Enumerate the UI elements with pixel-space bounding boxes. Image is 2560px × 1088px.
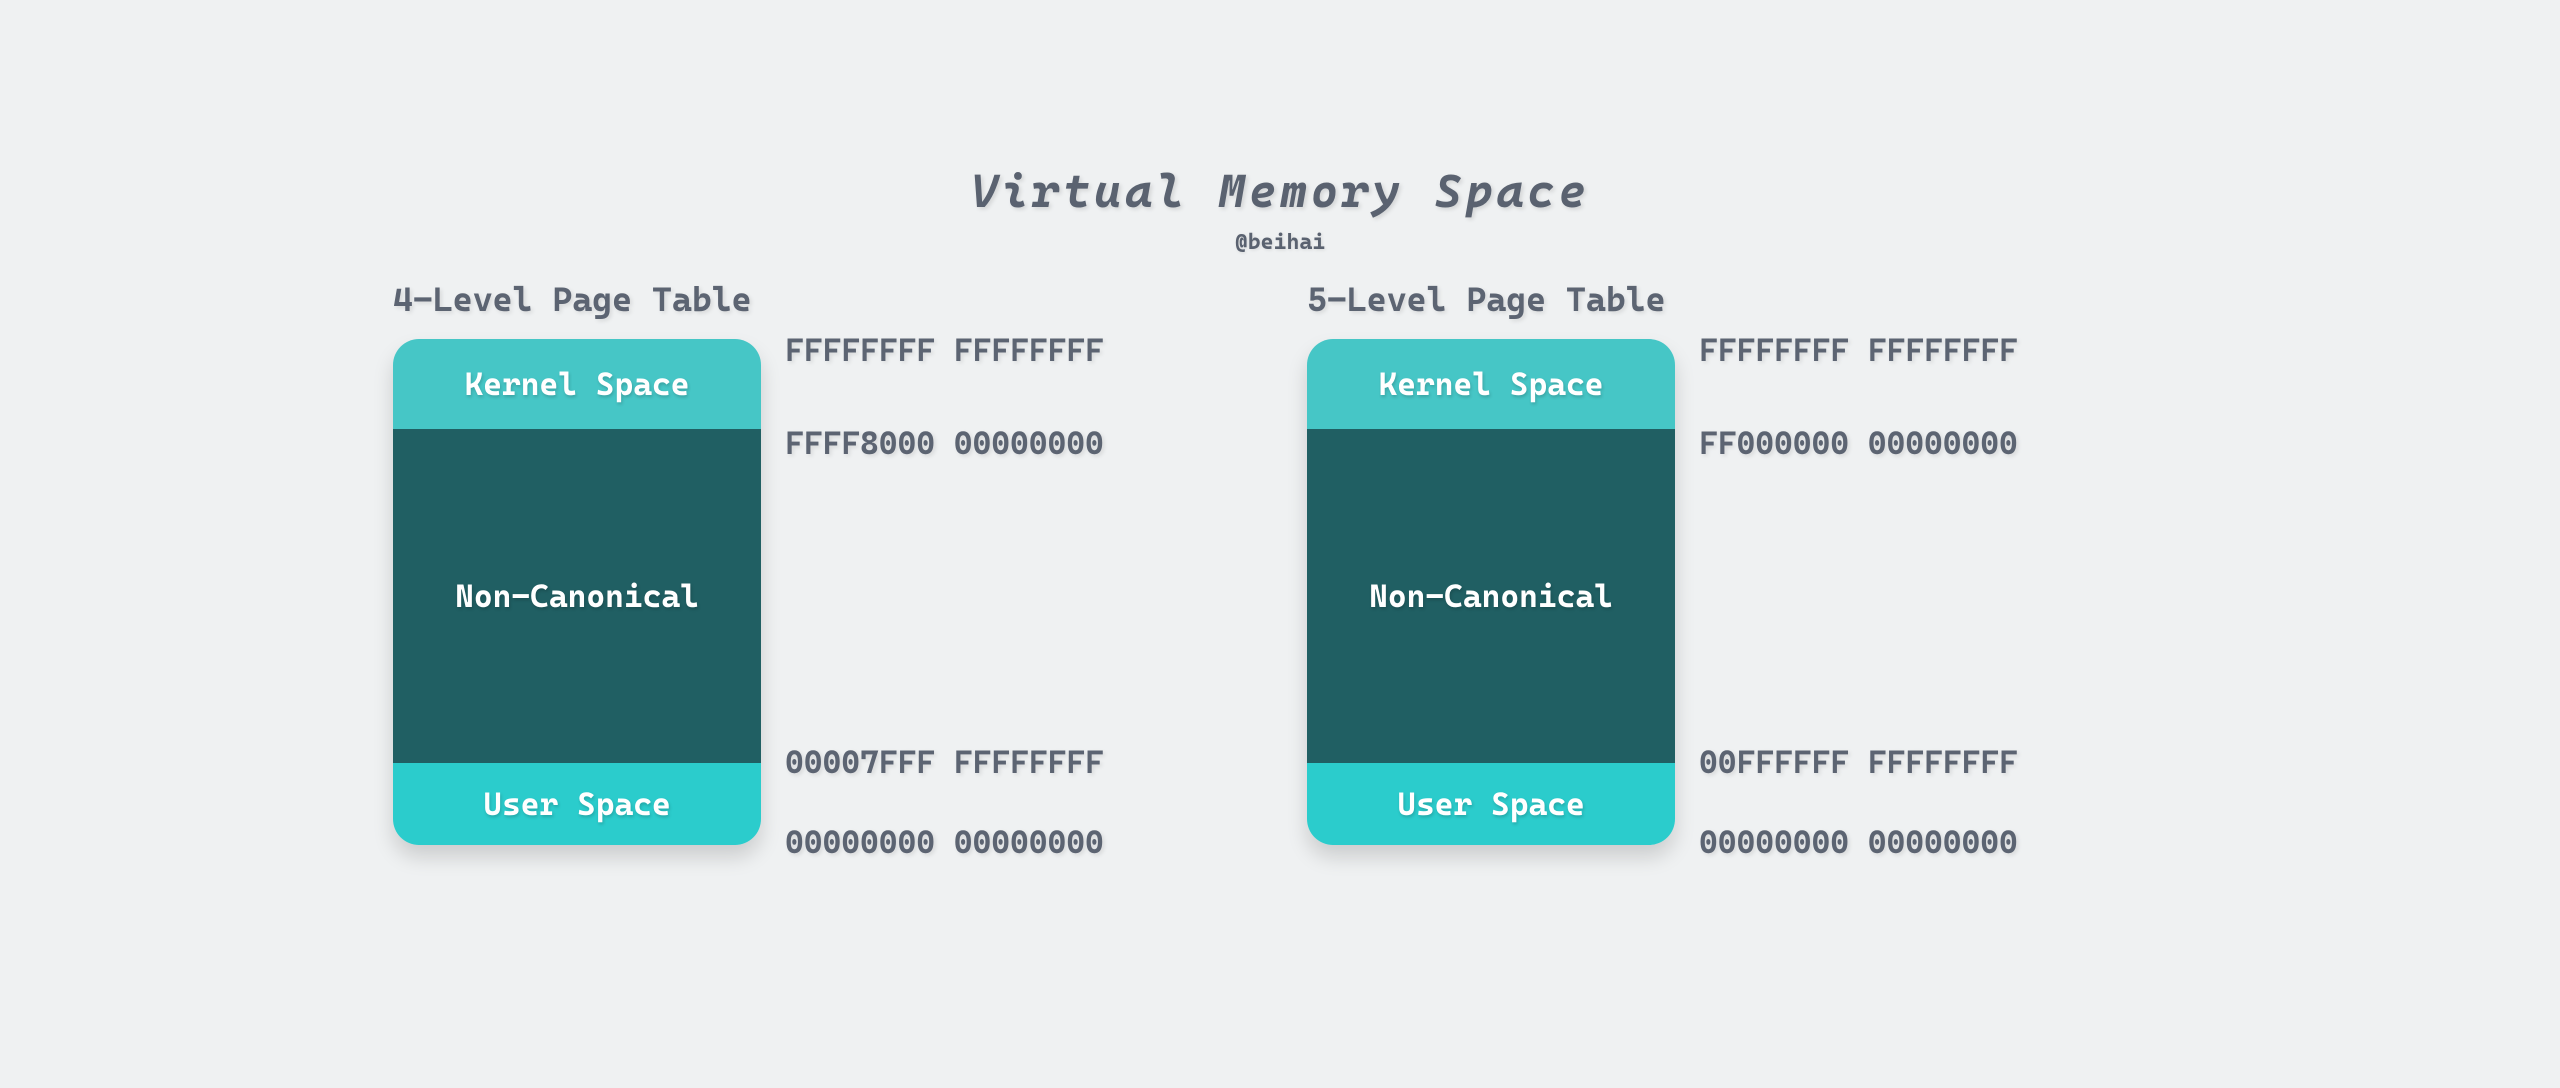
- segment-noncanonical: Non-Canonical: [393, 429, 761, 763]
- addr-kernel-end: FFFF8000 00000000: [785, 426, 1253, 461]
- diagram-title: Virtual Memory Space: [385, 164, 2175, 218]
- vm-space-diagram: Virtual Memory Space @beihai 4-Level Pag…: [385, 164, 2175, 924]
- panel-title: 5-Level Page Table: [1307, 279, 2167, 319]
- segment-user: User Space: [1307, 763, 1675, 845]
- addr-kernel-end: FF000000 00000000: [1699, 426, 2167, 461]
- panel-body: Kernel Space Non-Canonical User Space FF…: [1307, 339, 2167, 860]
- segment-kernel: Kernel Space: [393, 339, 761, 429]
- segment-kernel: Kernel Space: [1307, 339, 1675, 429]
- addr-user-start: 00FFFFFF FFFFFFFF: [1699, 745, 2167, 780]
- addr-top: FFFFFFFF FFFFFFFF: [1699, 333, 2167, 368]
- address-column: FFFFFFFF FFFFFFFF FF000000 00000000 00FF…: [1699, 339, 2167, 860]
- addr-bottom: 00000000 00000000: [785, 825, 1253, 860]
- panel-title: 4-Level Page Table: [393, 279, 1253, 319]
- panels-row: 4-Level Page Table Kernel Space Non-Cano…: [385, 279, 2175, 860]
- address-column: FFFFFFFF FFFFFFFF FFFF8000 00000000 0000…: [785, 339, 1253, 860]
- segment-user: User Space: [393, 763, 761, 845]
- addr-bottom: 00000000 00000000: [1699, 825, 2167, 860]
- panel-body: Kernel Space Non-Canonical User Space FF…: [393, 339, 1253, 860]
- addr-top: FFFFFFFF FFFFFFFF: [785, 333, 1253, 368]
- diagram-author: @beihai: [385, 230, 2175, 255]
- addr-user-start: 00007FFF FFFFFFFF: [785, 745, 1253, 780]
- segment-noncanonical: Non-Canonical: [1307, 429, 1675, 763]
- panel-4-level: 4-Level Page Table Kernel Space Non-Cano…: [393, 279, 1253, 860]
- memory-stack: Kernel Space Non-Canonical User Space: [1307, 339, 1675, 845]
- memory-stack: Kernel Space Non-Canonical User Space: [393, 339, 761, 845]
- panel-5-level: 5-Level Page Table Kernel Space Non-Cano…: [1307, 279, 2167, 860]
